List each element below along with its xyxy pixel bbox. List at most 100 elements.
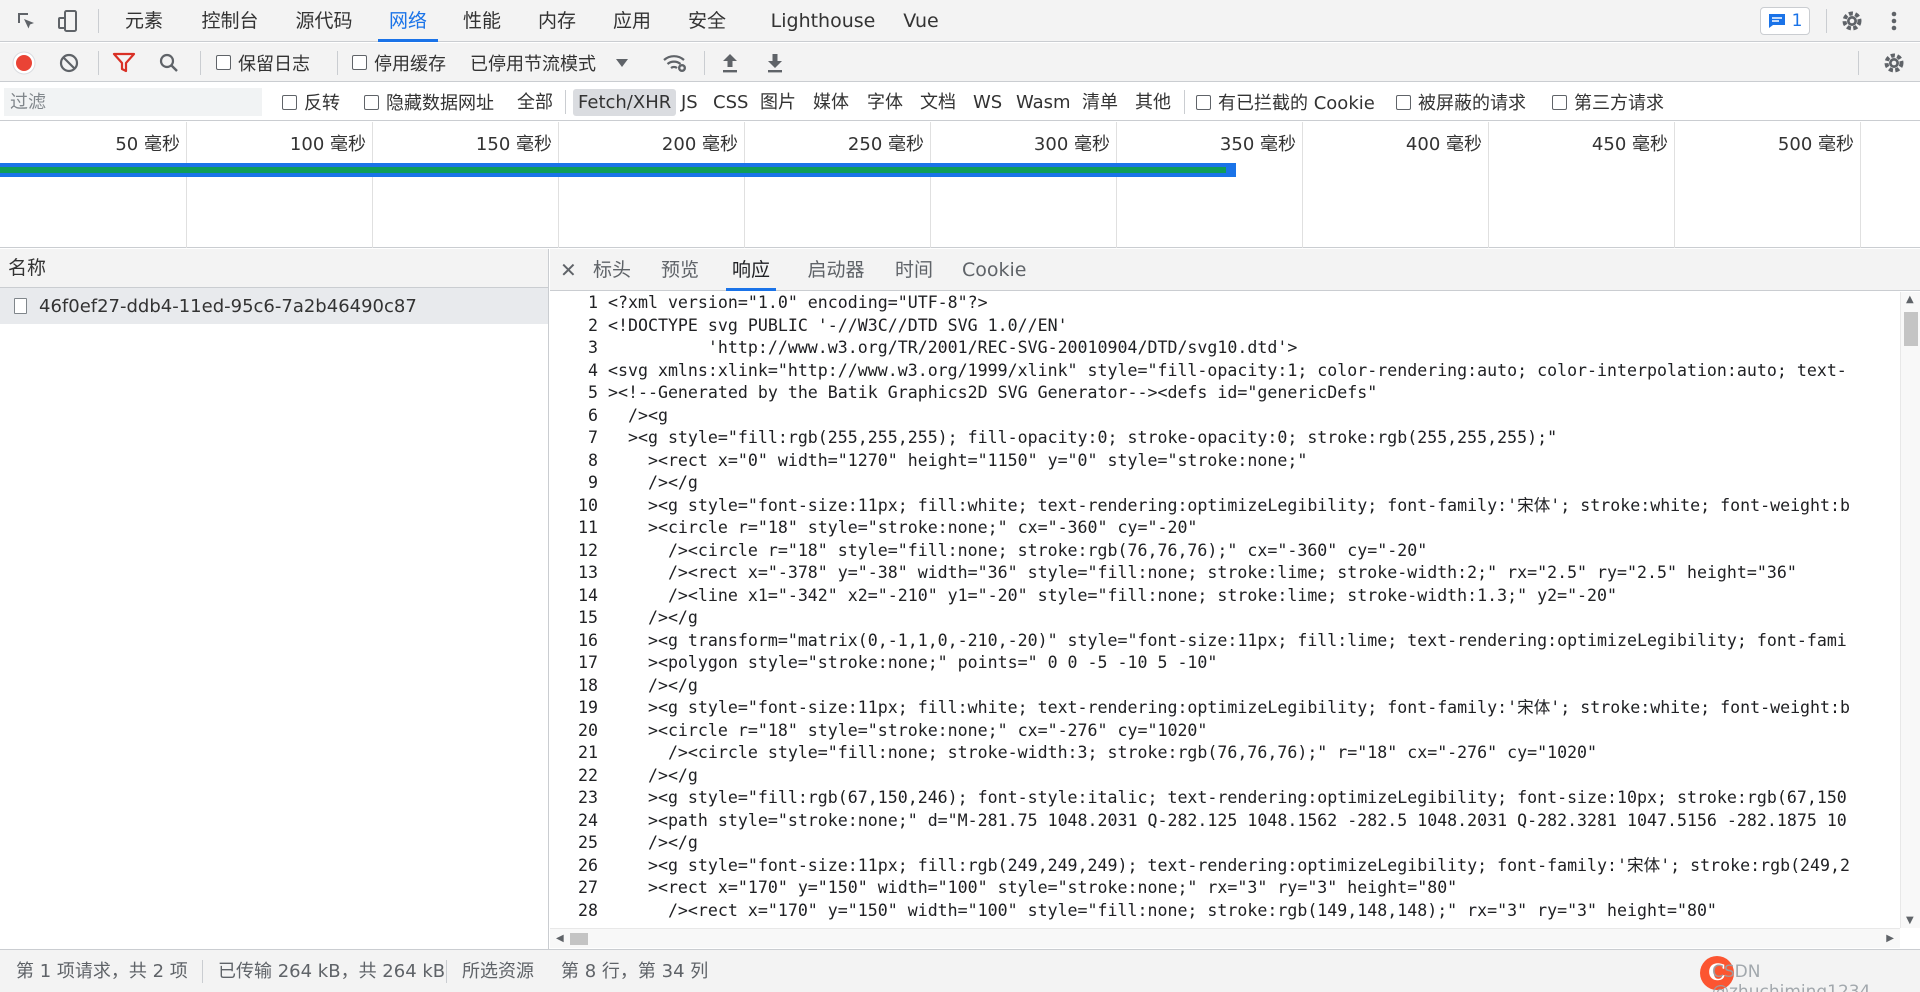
tab-timing[interactable]: 时间	[894, 249, 934, 291]
hide-data-urls-checkbox[interactable]: 隐藏数据网址	[364, 83, 494, 121]
blocked-cookies-label: 有已拦截的 Cookie	[1218, 93, 1375, 114]
close-icon[interactable]: ✕	[560, 249, 577, 291]
export-har-button[interactable]	[765, 43, 785, 82]
search-icon	[159, 53, 178, 72]
code-line: 8 ><rect x="0" width="1270" height="1150…	[550, 450, 1898, 473]
type-filter-doc[interactable]: 文档	[915, 89, 961, 116]
horizontal-scrollbar[interactable]: ◀ ▶	[550, 928, 1900, 948]
timeline-overview[interactable]: 50 毫秒 100 毫秒 150 毫秒 200 毫秒 250 毫秒 300 毫秒 350 毫…	[0, 122, 1920, 248]
response-code-viewer[interactable]: 1 <?xml version="1.0" encoding="UTF-8"?> 2…	[550, 292, 1898, 927]
more-options-icon[interactable]	[1874, 0, 1914, 42]
network-settings-button[interactable]	[1882, 43, 1906, 82]
line-number: 27	[578, 878, 598, 897]
checkbox[interactable]	[216, 55, 231, 70]
tab-sources[interactable]: 源代码	[286, 0, 362, 42]
type-filter-all[interactable]: 全部	[512, 89, 558, 116]
checkbox[interactable]	[1552, 94, 1567, 110]
record-icon	[12, 51, 36, 74]
blocked-requests-checkbox[interactable]: 被屏蔽的请求	[1396, 83, 1526, 121]
file-icon	[14, 298, 27, 314]
tab-network[interactable]: 网络	[378, 0, 438, 42]
checkbox[interactable]	[352, 55, 367, 70]
clear-button[interactable]	[58, 43, 80, 82]
timeline-gridline	[186, 122, 187, 248]
invert-checkbox[interactable]: 反转	[282, 83, 340, 121]
throttling-select[interactable]: 已停用节流模式	[470, 43, 628, 82]
line-text: ><g style="font-size:11px; fill:rgb(249,…	[608, 855, 1851, 875]
code-line: 10 ><g style="font-size:11px; fill:white…	[550, 495, 1898, 518]
import-har-button[interactable]	[720, 43, 740, 82]
tab-performance[interactable]: 性能	[454, 0, 510, 42]
scroll-thumb[interactable]	[570, 933, 588, 945]
line-number: 11	[578, 518, 598, 537]
scroll-up-icon[interactable]: ▲	[1906, 294, 1914, 305]
inspect-element-icon[interactable]	[6, 0, 46, 42]
tab-elements[interactable]: 元素	[115, 0, 173, 42]
line-number: 22	[578, 765, 598, 785]
device-toolbar-icon[interactable]	[48, 0, 88, 42]
tab-vue[interactable]: Vue	[896, 0, 946, 42]
network-conditions-button[interactable]	[662, 43, 688, 82]
scroll-left-icon[interactable]: ◀	[556, 933, 564, 944]
type-filter-img[interactable]: 图片	[755, 89, 801, 116]
tab-response[interactable]: 响应	[726, 249, 776, 291]
filter-input[interactable]	[4, 88, 262, 116]
tab-application[interactable]: 应用	[604, 0, 660, 42]
line-number: 26	[578, 855, 598, 875]
type-filter-manifest[interactable]: 清单	[1077, 89, 1123, 116]
type-filter-font[interactable]: 字体	[862, 89, 908, 116]
name-column-header[interactable]: 名称	[0, 249, 548, 288]
checkbox[interactable]	[1396, 94, 1411, 110]
line-number: 16	[578, 630, 598, 650]
line-number: 19	[578, 698, 598, 717]
checkbox[interactable]	[364, 94, 379, 110]
tab-console[interactable]: 控制台	[192, 0, 268, 42]
preserve-log-checkbox[interactable]: 保留日志	[216, 43, 310, 82]
timeline-tick-label: 350 毫秒	[1219, 134, 1296, 155]
vertical-scrollbar[interactable]: ▲ ▼	[1900, 292, 1920, 928]
line-text: ><g style="font-size:11px; fill:white; t…	[608, 698, 1851, 717]
type-filter-fetch-xhr[interactable]: Fetch/XHR	[573, 89, 677, 116]
disable-cache-checkbox[interactable]: 停用缓存	[352, 43, 446, 82]
scroll-down-icon[interactable]: ▼	[1906, 915, 1914, 926]
timeline-gridline	[1116, 122, 1117, 248]
line-number: 9	[588, 473, 598, 492]
type-filter-wasm[interactable]: Wasm	[1011, 89, 1076, 116]
filter-toggle-button[interactable]	[112, 43, 136, 82]
code-line: 20 ><circle r="18" style="stroke:none;" …	[550, 720, 1898, 743]
issues-button[interactable]: 1	[1760, 7, 1810, 35]
tab-initiator[interactable]: 启动器	[806, 249, 866, 291]
type-filter-css[interactable]: CSS	[708, 89, 753, 116]
line-text: ><!--Generated by the Batik Graphics2D S…	[608, 383, 1378, 402]
search-button[interactable]	[158, 43, 180, 82]
type-filter-media[interactable]: 媒体	[808, 89, 854, 116]
scroll-right-icon[interactable]: ▶	[1886, 933, 1894, 944]
request-row[interactable]: 46f0ef27-ddb4-11ed-95c6-7a2b46490c87	[0, 288, 548, 324]
type-filter-js[interactable]: JS	[676, 89, 703, 116]
scroll-thumb[interactable]	[1904, 312, 1918, 346]
tab-headers[interactable]: 标头	[592, 249, 632, 291]
download-icon	[768, 53, 782, 72]
third-party-label: 第三方请求	[1574, 93, 1664, 114]
line-text: ><g style="fill:rgb(67,150,246); font-st…	[608, 788, 1847, 807]
tab-security[interactable]: 安全	[678, 0, 736, 42]
checkbox[interactable]	[282, 94, 297, 110]
type-filter-ws[interactable]: WS	[968, 89, 1007, 116]
line-text: <?xml version="1.0" encoding="UTF-8"?>	[608, 293, 988, 312]
third-party-checkbox[interactable]: 第三方请求	[1552, 83, 1664, 121]
watermark: CSDN @zhuchiming1234	[1712, 962, 1871, 992]
tab-preview[interactable]: 预览	[660, 249, 700, 291]
line-text: /><line x1="-342" x2="-210" y1="-20" sty…	[608, 585, 1618, 605]
settings-gear-icon[interactable]	[1832, 0, 1872, 42]
issues-count: 1	[1791, 11, 1803, 31]
tab-cookies[interactable]: Cookie	[962, 249, 1027, 291]
line-text: /></g	[608, 675, 698, 695]
tab-lighthouse[interactable]: Lighthouse	[770, 0, 876, 42]
record-button[interactable]	[12, 43, 36, 82]
tab-memory[interactable]: 内存	[528, 0, 586, 42]
line-text: ><g style="fill:rgb(255,255,255); fill-o…	[608, 428, 1558, 447]
checkbox[interactable]	[1196, 94, 1211, 110]
blocked-cookies-checkbox[interactable]: 有已拦截的 Cookie	[1196, 83, 1375, 121]
type-filter-other[interactable]: 其他	[1130, 89, 1176, 116]
code-line: 28 /><rect x="170" y="150" width="100" s…	[550, 900, 1898, 923]
